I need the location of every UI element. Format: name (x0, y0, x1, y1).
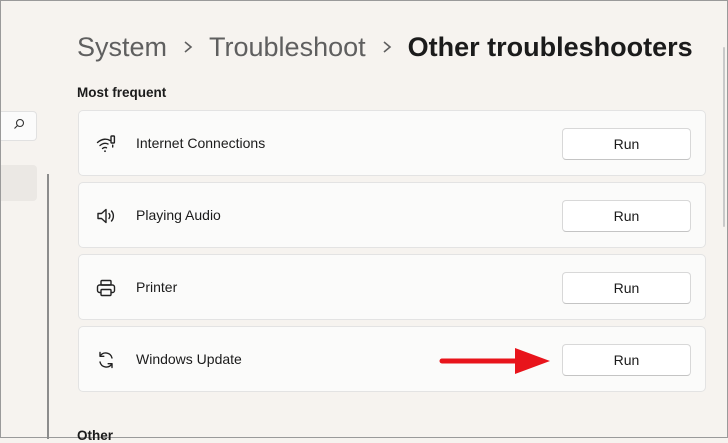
nav-scrollbar[interactable] (47, 174, 49, 439)
chevron-right-icon (366, 40, 408, 54)
main-scrollbar[interactable] (723, 47, 725, 227)
page-title: Other troubleshooters (407, 31, 693, 62)
search-icon[interactable] (13, 117, 25, 135)
breadcrumb-troubleshoot[interactable]: Troubleshoot (209, 32, 366, 63)
troubleshooter-card-playing-audio: Playing Audio Run (78, 182, 706, 248)
run-button-printer[interactable]: Run (562, 272, 691, 304)
troubleshooter-card-windows-update: Windows Update Run (78, 326, 706, 392)
troubleshooter-label: Playing Audio (136, 207, 221, 223)
run-button-internet-connections[interactable]: Run (562, 128, 691, 160)
navigation-pane (1, 1, 53, 439)
breadcrumb-system[interactable]: System (77, 32, 167, 63)
speaker-icon (95, 205, 117, 227)
troubleshooter-label: Printer (136, 279, 178, 295)
printer-icon (95, 277, 117, 299)
section-heading-other: Other (77, 428, 114, 443)
nav-item-selected[interactable] (1, 165, 37, 201)
run-button-playing-audio[interactable]: Run (562, 200, 691, 232)
troubleshooter-label: Internet Connections (136, 135, 266, 151)
troubleshooter-label: Windows Update (136, 351, 242, 367)
run-button-windows-update[interactable]: Run (562, 344, 691, 376)
search-box[interactable] (1, 111, 37, 141)
sync-icon (95, 349, 117, 371)
breadcrumb: System Troubleshoot Other troubleshooter… (77, 31, 693, 63)
wifi-icon (95, 133, 117, 155)
section-heading-most-frequent: Most frequent (77, 85, 167, 100)
red-arrow-annotation (439, 346, 551, 381)
chevron-right-icon (167, 40, 209, 54)
troubleshooter-card-internet-connections: Internet Connections Run (78, 110, 706, 176)
troubleshooter-card-printer: Printer Run (78, 254, 706, 320)
